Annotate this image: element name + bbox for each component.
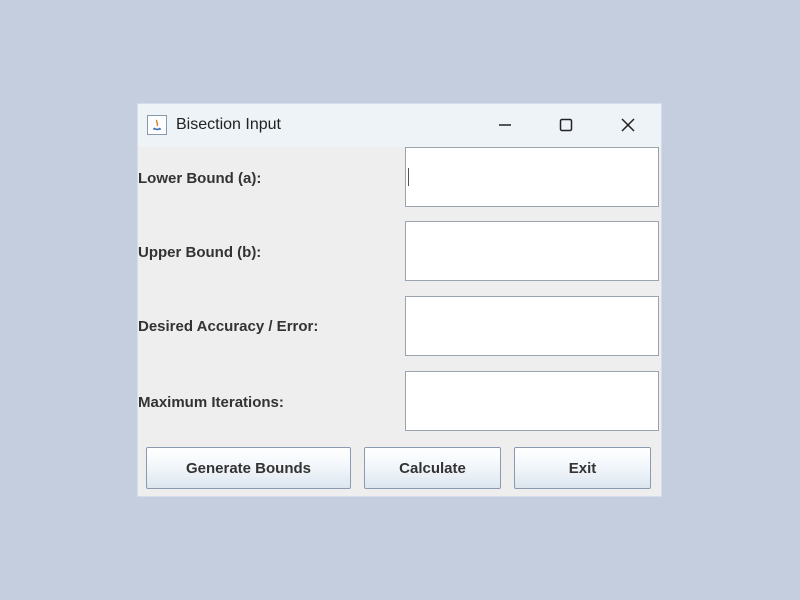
maximize-button[interactable] — [545, 109, 587, 141]
close-icon — [621, 118, 635, 132]
title-bar[interactable]: Bisection Input — [138, 104, 661, 147]
minimize-icon — [499, 124, 511, 126]
java-app-icon — [147, 115, 167, 135]
accuracy-field[interactable] — [405, 296, 659, 356]
lower-bound-label: Lower Bound (a): — [138, 170, 262, 187]
text-caret — [408, 168, 409, 186]
max-iterations-field[interactable] — [405, 371, 659, 431]
close-button[interactable] — [607, 109, 649, 141]
generate-bounds-button[interactable]: Generate Bounds — [146, 447, 351, 489]
calculate-button[interactable]: Calculate — [364, 447, 501, 489]
maximize-icon — [559, 118, 573, 132]
max-iterations-label: Maximum Iterations: — [138, 394, 284, 411]
window-title: Bisection Input — [176, 116, 281, 133]
exit-button[interactable]: Exit — [514, 447, 651, 489]
upper-bound-label: Upper Bound (b): — [138, 244, 262, 261]
accuracy-label: Desired Accuracy / Error: — [138, 318, 319, 335]
desktop: Bisection Input Lower Bound (a): Upper B… — [0, 0, 800, 600]
upper-bound-field[interactable] — [405, 221, 659, 281]
minimize-button[interactable] — [484, 109, 526, 141]
lower-bound-field[interactable] — [405, 147, 659, 207]
bisection-input-window: Bisection Input Lower Bound (a): Upper B… — [138, 104, 661, 496]
